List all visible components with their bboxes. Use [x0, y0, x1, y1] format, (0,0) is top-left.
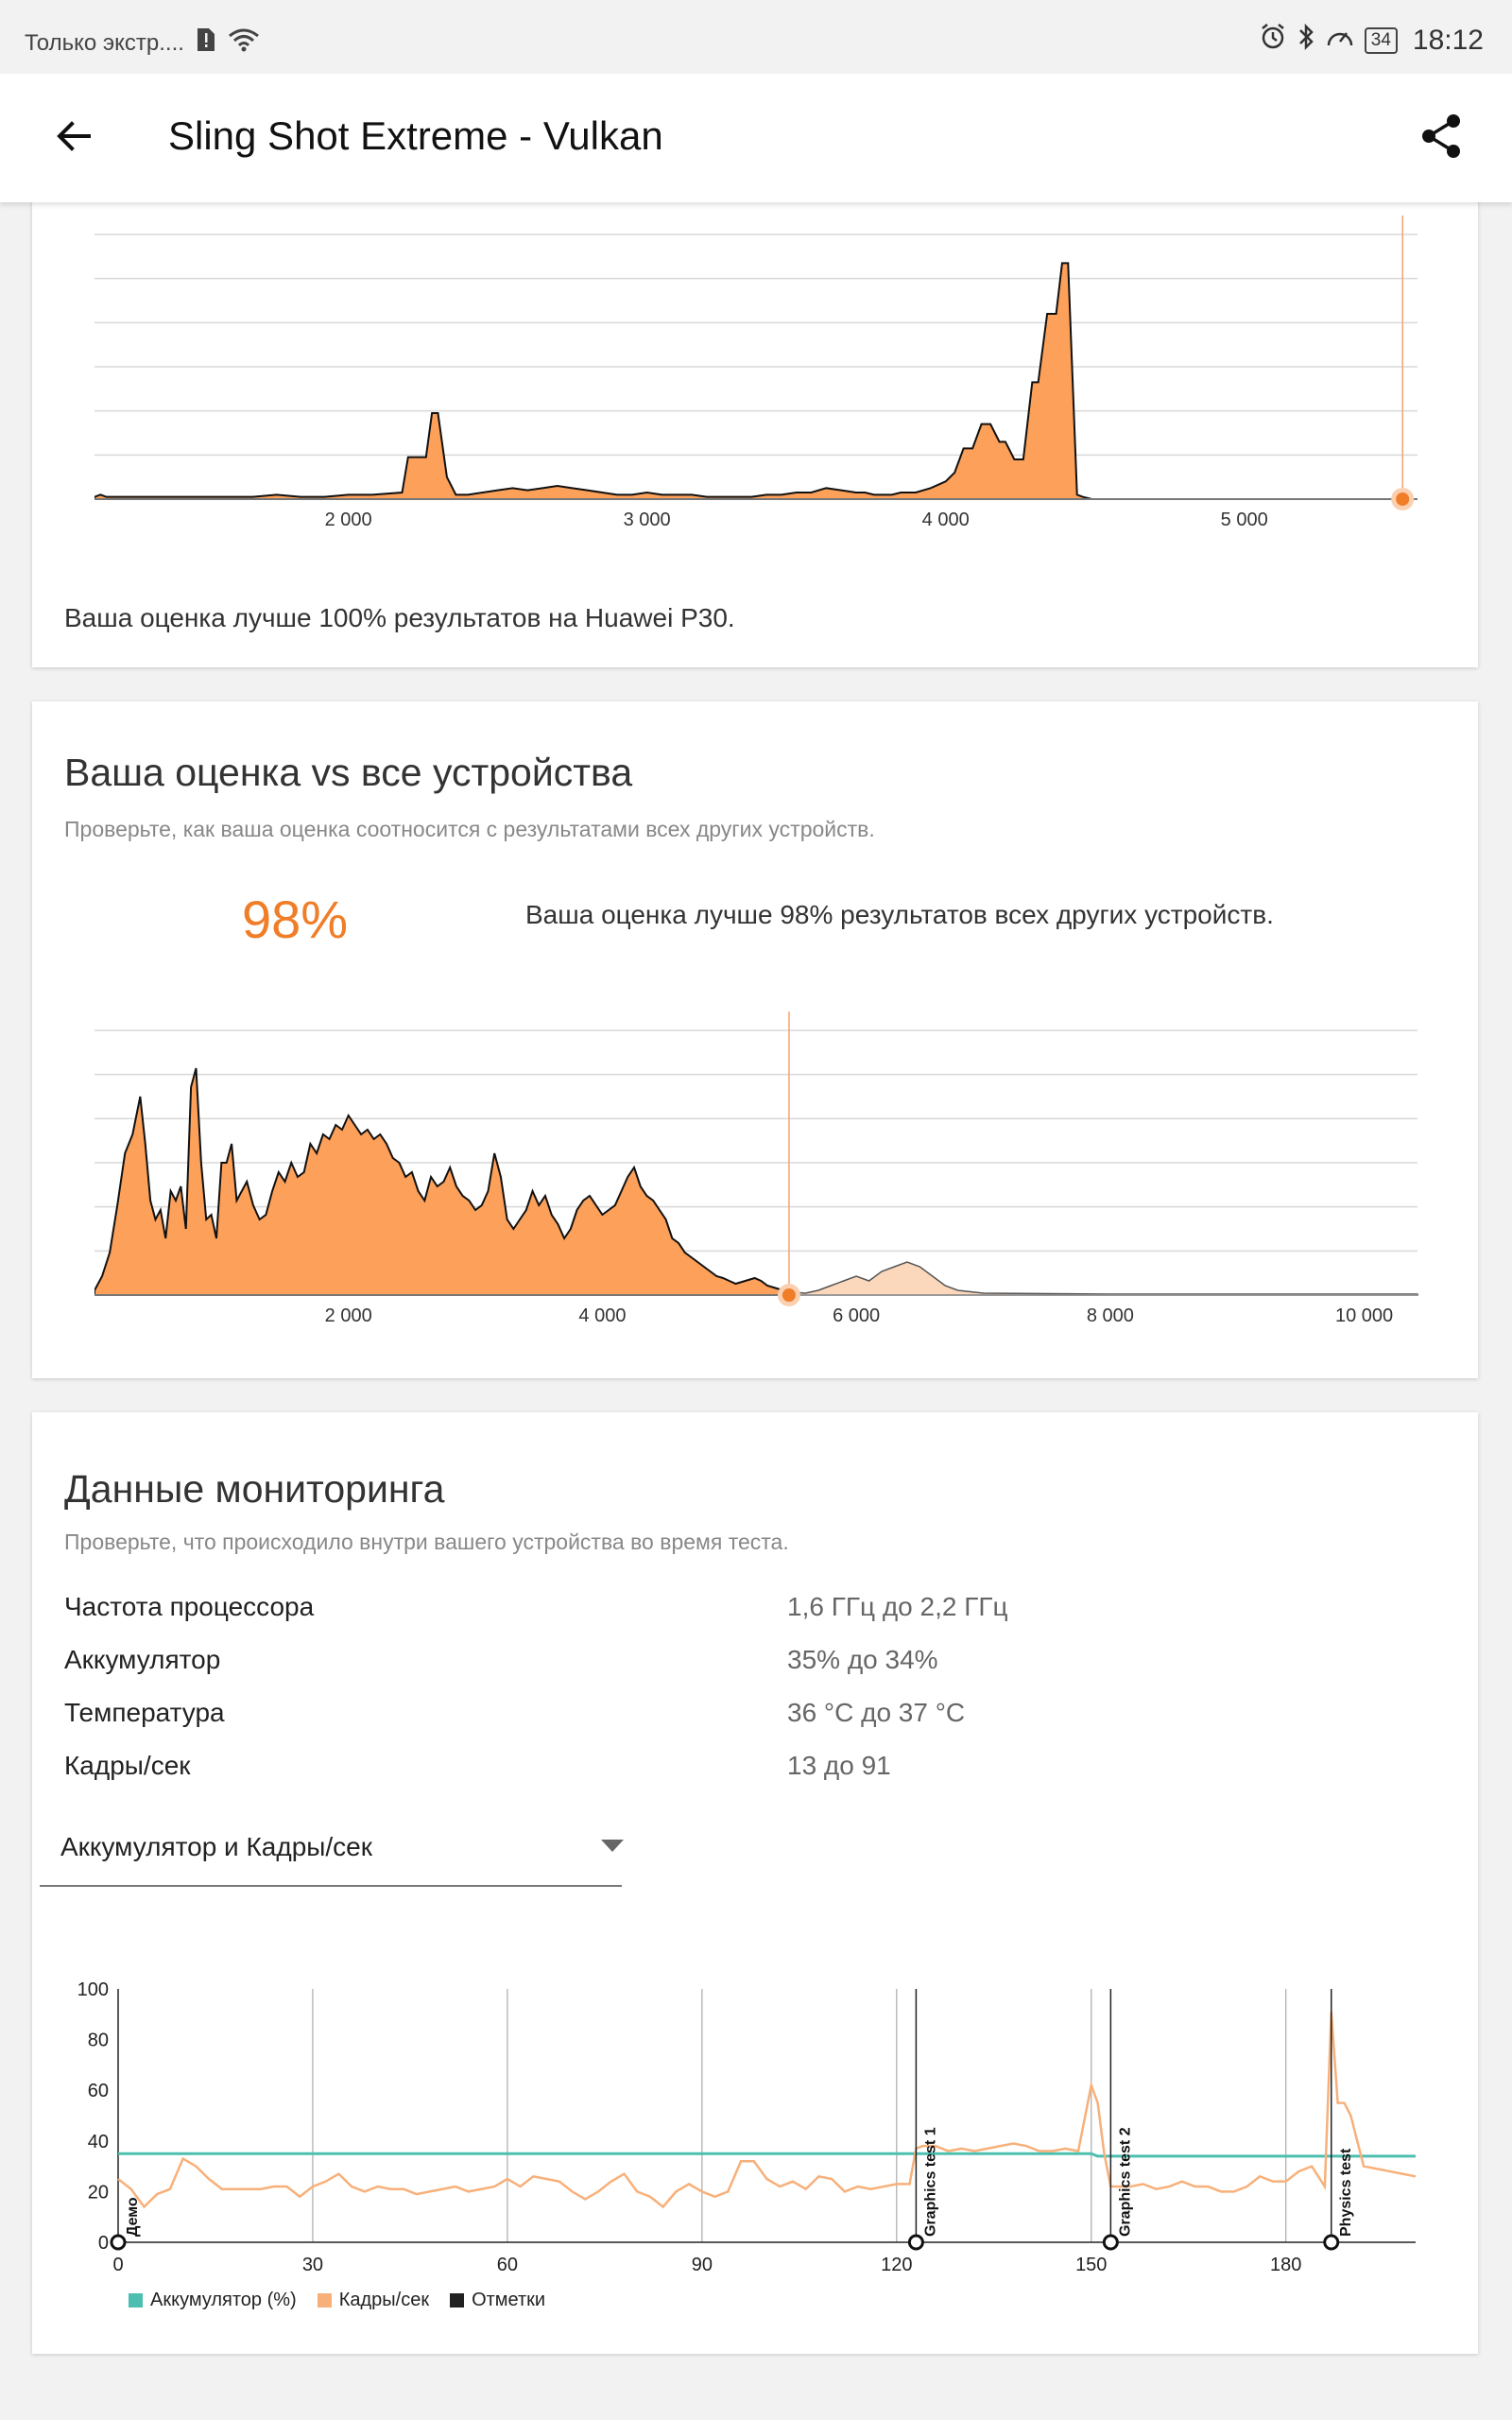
page-title: Sling Shot Extreme - Vulkan: [168, 113, 663, 158]
y-tick-label: 80: [88, 2031, 109, 2051]
legend-swatch-markers: [450, 2293, 465, 2308]
all-devices-summary: Ваша оценка лучше 98% результатов всех д…: [525, 900, 1274, 929]
sim-alert-icon: [196, 26, 216, 60]
monitor-row-fps: Кадры/сек 13 до 91: [64, 1751, 1009, 1798]
monitoring-legend: Аккумулятор (%) Кадры/сек Отметки: [129, 2290, 545, 2311]
status-left: Только экстр....: [25, 26, 260, 60]
x-tick-label: 60: [497, 2255, 518, 2275]
y-tick-label: 0: [98, 2233, 109, 2254]
model-comparison-summary: Ваша оценка лучше 100% результатов на Hu…: [64, 603, 735, 632]
all-devices-heading: Ваша оценка vs все устройства: [64, 751, 633, 794]
y-tick-label: 40: [88, 2132, 109, 2152]
score-marker-dot: [1396, 493, 1410, 506]
x-tick-label: 4 000: [922, 510, 970, 530]
legend-item-fps[interactable]: Кадры/сек: [317, 2290, 430, 2311]
back-arrow-icon[interactable]: [49, 112, 98, 161]
x-tick-label: 30: [302, 2255, 323, 2275]
bluetooth-icon: [1297, 23, 1315, 59]
model-score-histogram: 2 000 3 000 4 000 5 000: [94, 216, 1418, 530]
test-marker-dot: [1323, 2234, 1340, 2251]
x-tick-label: 0: [112, 2255, 123, 2275]
test-marker-label: Graphics test 2: [1117, 2127, 1133, 2237]
score-marker-dot: [782, 1288, 796, 1302]
carrier-text: Только экстр....: [25, 29, 184, 56]
test-marker-dot: [1102, 2234, 1119, 2251]
x-tick-label: 10 000: [1335, 1305, 1393, 1326]
alarm-icon: [1259, 23, 1287, 59]
monitor-row-battery: Аккумулятор 35% до 34%: [64, 1645, 1009, 1692]
monitoring-heading: Данные мониторинга: [64, 1467, 445, 1511]
legend-label: Аккумулятор (%): [150, 2290, 297, 2310]
legend-swatch-fps: [317, 2293, 332, 2308]
model-comparison-card: 2 000 3 000 4 000 5 000 Ваша оценка лучше 1…: [32, 142, 1478, 667]
x-tick-label: 4 000: [578, 1305, 626, 1326]
monitor-value: 13 до 91: [787, 1751, 891, 1780]
test-marker-label: Graphics test 1: [922, 2127, 938, 2237]
monitor-value: 1,6 ГГц до 2,2 ГГц: [787, 1592, 1008, 1621]
all-devices-card: Ваша оценка vs все устройства Проверьте,…: [32, 701, 1478, 1378]
x-tick-label: 150: [1075, 2255, 1107, 2275]
x-tick-label: 90: [692, 2255, 713, 2275]
wifi-icon: [228, 26, 260, 60]
test-marker-dot: [907, 2234, 924, 2251]
test-marker-label: Physics test: [1338, 2148, 1354, 2237]
monitoring-subtitle: Проверьте, что происходило внутри вашего…: [64, 1530, 789, 1554]
test-marker-label: Демо: [125, 2197, 141, 2237]
percentile-value: 98%: [242, 890, 349, 949]
clock: 18:12: [1412, 25, 1484, 56]
monitor-value: 36 °C до 37 °C: [787, 1698, 966, 1727]
legend-swatch-battery: [129, 2293, 143, 2308]
x-tick-label: 3 000: [624, 510, 671, 530]
legend-item-markers[interactable]: Отметки: [450, 2290, 545, 2311]
legend-item-battery[interactable]: Аккумулятор (%): [129, 2290, 297, 2311]
x-tick-label: 180: [1270, 2255, 1301, 2275]
dropdown-selected-label: Аккумулятор и Кадры/сек: [60, 1832, 372, 1861]
monitor-row-temperature: Температура 36 °C до 37 °C: [64, 1698, 1009, 1745]
histogram-area: [94, 262, 1418, 500]
all-devices-subtitle: Проверьте, как ваша оценка соотносится с…: [64, 817, 875, 841]
monitor-label: Аккумулятор: [64, 1645, 221, 1674]
dropdown-arrow-icon: [601, 1840, 624, 1852]
legend-label: Отметки: [472, 2290, 546, 2310]
monitor-label: Частота процессора: [64, 1592, 315, 1621]
legend-label: Кадры/сек: [338, 2290, 430, 2310]
x-tick-label: 8 000: [1087, 1305, 1134, 1326]
monitoring-line-chart: 0 30 60 90 120 150 180 0 20 40 60 80 100 Демо Graphics…: [77, 1979, 1417, 2275]
status-right: 34 18:12: [1259, 23, 1484, 59]
battery-icon: 34: [1364, 27, 1398, 54]
monitor-value: 35% до 34%: [787, 1645, 938, 1674]
share-icon[interactable]: [1419, 112, 1465, 161]
monitor-row-cpu: Частота процессора 1,6 ГГц до 2,2 ГГц: [64, 1592, 1009, 1639]
x-tick-label: 2 000: [325, 510, 372, 530]
y-tick-label: 100: [77, 1979, 109, 2000]
speedometer-icon: [1325, 23, 1355, 59]
app-bar: Sling Shot Extreme - Vulkan: [0, 74, 1512, 202]
chart-series-dropdown[interactable]: Аккумулятор и Кадры/сек: [40, 1811, 624, 1887]
all-devices-histogram: 2 000 4 000 6 000 8 000 10 000: [94, 1011, 1418, 1326]
y-tick-label: 20: [88, 2182, 109, 2203]
x-tick-label: 6 000: [833, 1305, 880, 1326]
monitor-label: Температура: [64, 1698, 225, 1727]
monitor-label: Кадры/сек: [64, 1751, 191, 1780]
x-tick-label: 2 000: [325, 1305, 372, 1326]
test-marker-dot: [110, 2234, 127, 2251]
histogram-area-below: [94, 1067, 794, 1296]
x-tick-label: 5 000: [1221, 510, 1268, 530]
x-tick-label: 120: [881, 2255, 912, 2275]
y-tick-label: 60: [88, 2081, 109, 2101]
histogram-area-above: [785, 1261, 1418, 1296]
status-bar: Только экстр.... 34 18:12: [0, 0, 1512, 74]
